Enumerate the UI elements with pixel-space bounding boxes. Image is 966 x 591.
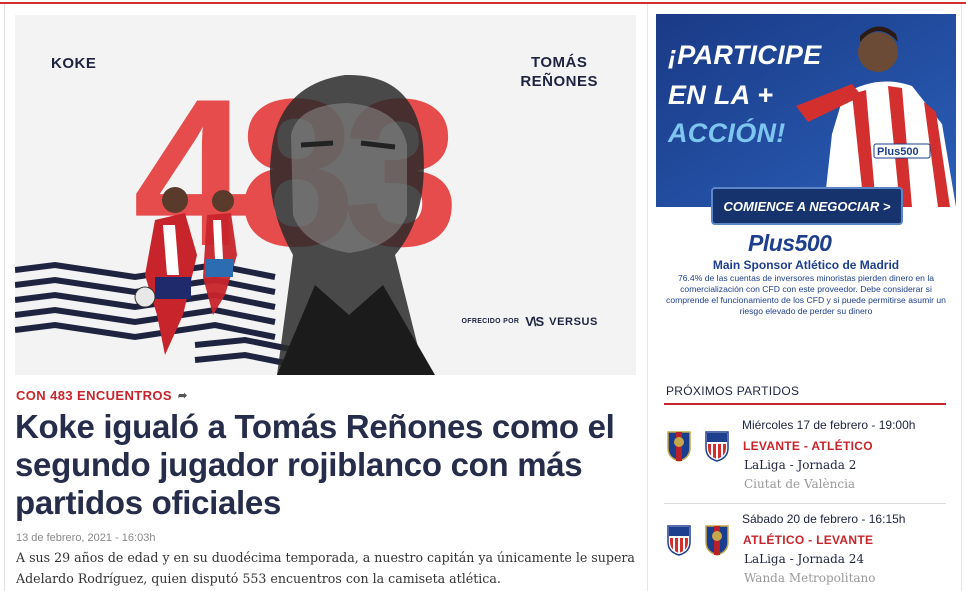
atletico-crest-icon	[705, 431, 729, 462]
ad-disclaimer: 76.4% de las cuentas de inversores minor…	[666, 273, 946, 316]
atletico-crest-icon	[667, 525, 691, 556]
levante-crest-icon	[705, 525, 729, 556]
article-kicker[interactable]: CON 483 ENCUENTROS ➦	[16, 388, 188, 403]
hero-name-koke: KOKE	[51, 55, 97, 72]
levante-crest-icon	[667, 431, 691, 462]
ad-banner[interactable]: Plus500 ¡PARTICIPE EN LA + ACCIÓN!	[656, 14, 956, 207]
article-date: 13 de febrero, 2021 - 16:03h	[16, 532, 156, 544]
ad-headline-line-1: ¡PARTICIPE	[668, 40, 822, 70]
match-venue: Ciutat de València	[744, 477, 856, 491]
article-headline[interactable]: Koke igualó a Tomás Reñones como el segu…	[15, 408, 615, 522]
versus-logo-icon: V\S	[525, 314, 544, 329]
koke-portrait	[269, 74, 435, 375]
match-item[interactable]: Sábado 20 de febrero - 16:15h ATLÉTICO -…	[664, 506, 946, 591]
match-item[interactable]: Miércoles 17 de febrero - 19:00h LEVANTE…	[664, 412, 946, 504]
ad-sponsor-line: Main Sponsor Atlético de Madrid	[712, 258, 900, 272]
article-summary: A sus 29 años de edad y en su duodécima …	[16, 550, 635, 586]
ad-headline-line-3: ACCIÓN!	[668, 118, 786, 148]
sponsor-ad[interactable]: Plus500 ¡PARTICIPE EN LA + ACCIÓN! COMIE…	[656, 14, 956, 316]
hero-sponsor-prefix: OFRECIDO POR	[461, 318, 520, 325]
match-date: Miércoles 17 de febrero - 19:00h	[742, 418, 916, 432]
hero-sponsor-name: VERSUS	[549, 315, 598, 328]
upcoming-matches-rule	[664, 403, 946, 405]
match-competition: LaLiga - Jornada 2	[744, 458, 857, 472]
article-kicker-label: CON 483 ENCUENTROS	[16, 388, 173, 403]
match-date: Sábado 20 de febrero - 16:15h	[742, 512, 906, 526]
hero-image[interactable]: 483 KOKE TOMÁSREÑONES OFRECIDO POR V\S V…	[15, 15, 636, 375]
hero-sponsor: OFRECIDO POR V\S VERSUS	[462, 314, 598, 329]
match-teams[interactable]: ATLÉTICO - LEVANTE	[743, 533, 873, 547]
upcoming-matches-title: PRÓXIMOS PARTIDOS	[666, 384, 800, 398]
share-arrow-icon[interactable]: ➦	[178, 389, 188, 402]
match-teams[interactable]: LEVANTE - ATLÉTICO	[743, 439, 873, 453]
plus500-logo[interactable]: Plus500	[748, 230, 832, 257]
match-competition: LaLiga - Jornada 24	[744, 552, 865, 566]
ad-cta-button[interactable]: COMIENCE A NEGOCIAR >	[711, 187, 903, 225]
ad-shirt-logo: Plus500	[877, 146, 919, 158]
ad-headline-line-2: EN LA +	[668, 80, 774, 110]
match-venue: Wanda Metropolitano	[744, 571, 876, 585]
hero-name-renones: TOMÁS REÑONES	[520, 54, 598, 90]
